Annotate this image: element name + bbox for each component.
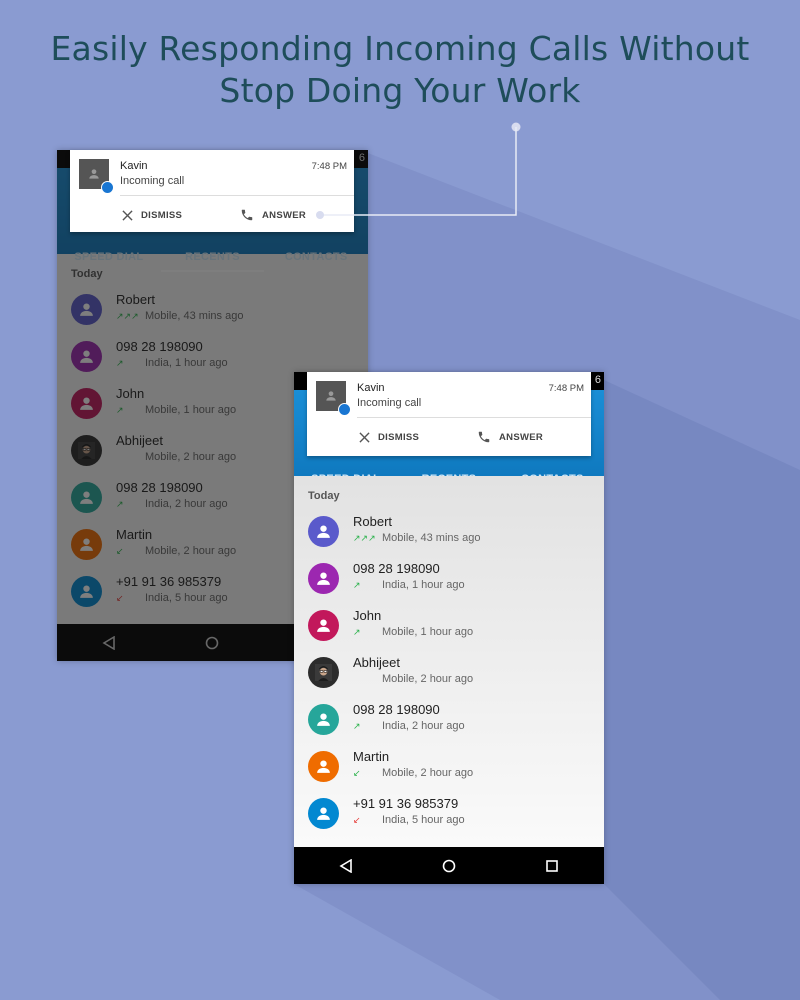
contact-name: Abhijeet	[353, 655, 400, 670]
call-log-row[interactable]: Martin ↙ Mobile, 2 hour ago	[294, 745, 604, 792]
call-detail: ↙ India, 5 hour ago	[353, 814, 465, 826]
call-time: 7:48 PM	[548, 383, 584, 394]
back-icon[interactable]	[326, 851, 366, 881]
contact-avatar[interactable]	[308, 563, 339, 594]
call-detail-text: India, 5 hour ago	[382, 814, 465, 826]
phone-icon	[478, 431, 490, 443]
phone-badge-icon	[101, 181, 114, 194]
status-clock: 6	[594, 374, 601, 386]
call-log-row[interactable]: 098 28 198090 ↗ India, 1 hour ago	[294, 557, 604, 604]
person-icon	[317, 572, 330, 585]
call-message: Incoming call	[120, 175, 185, 187]
divider	[120, 195, 354, 196]
section-today: Today	[308, 490, 340, 502]
caller-avatar	[79, 159, 114, 194]
call-message: Incoming call	[357, 397, 422, 409]
home-icon[interactable]	[429, 851, 469, 881]
headline: Easily Responding Incoming Calls Without…	[0, 28, 800, 112]
caller-name: Kavin	[357, 382, 385, 394]
answer-button[interactable]: ANSWER	[240, 205, 306, 225]
incoming-call-notification[interactable]: Kavin Incoming call 7:48 PM DISMISS ANSW…	[307, 372, 591, 456]
call-log-row[interactable]: Robert ↗↗↗ Mobile, 43 mins ago	[294, 510, 604, 557]
contact-avatar[interactable]	[308, 704, 339, 735]
call-log-list: Today Robert↗↗↗Mobile, 43 mins ago098 28…	[294, 476, 604, 847]
dismiss-label: DISMISS	[141, 209, 183, 221]
dismiss-button[interactable]: DISMISS	[122, 205, 182, 225]
caller-name: Kavin	[120, 160, 148, 172]
call-detail-text: India, 1 hour ago	[382, 579, 465, 591]
call-detail: Mobile, 2 hour ago	[353, 673, 473, 685]
call-detail-text: Mobile, 43 mins ago	[382, 532, 481, 544]
person-icon	[317, 760, 330, 773]
call-direction-icon: ↙	[353, 768, 361, 778]
call-time: 7:48 PM	[311, 161, 347, 172]
contact-avatar[interactable]	[308, 610, 339, 641]
close-icon	[122, 209, 133, 221]
call-direction-icon: ↙	[353, 815, 361, 825]
call-detail-text: Mobile, 2 hour ago	[382, 767, 474, 779]
contact-avatar[interactable]	[308, 751, 339, 782]
person-icon	[326, 391, 336, 401]
dismiss-label: DISMISS	[378, 431, 420, 443]
person-icon	[317, 807, 330, 820]
call-detail: ↗ India, 2 hour ago	[353, 720, 465, 732]
call-log-row[interactable]: Abhijeet Mobile, 2 hour ago	[294, 651, 604, 698]
contact-name: 098 28 198090	[353, 561, 440, 576]
call-direction-icon: ↗↗↗	[353, 533, 376, 543]
contact-avatar[interactable]	[308, 798, 339, 829]
contact-name: +91 91 36 985379	[353, 796, 459, 811]
call-log-row[interactable]: 098 28 198090 ↗ India, 2 hour ago	[294, 698, 604, 745]
contact-name: Robert	[353, 514, 393, 529]
person-icon	[89, 169, 99, 179]
phone-badge-icon	[338, 403, 351, 416]
call-detail-text: India, 2 hour ago	[382, 720, 465, 732]
incoming-call-notification-back[interactable]: Kavin Incoming call 7:48 PM DISMISS ANSW…	[70, 150, 354, 232]
call-direction-icon: ↗	[353, 580, 361, 590]
contact-avatar[interactable]	[308, 657, 339, 688]
contact-avatar[interactable]	[308, 516, 339, 547]
call-direction-icon: ↗	[353, 627, 361, 637]
close-icon	[359, 431, 370, 443]
person-icon	[317, 525, 330, 538]
dismiss-button[interactable]: DISMISS	[359, 427, 419, 447]
headline-line-2: Stop Doing Your Work	[219, 71, 581, 110]
person-icon	[317, 713, 330, 726]
call-detail-text: Mobile, 1 hour ago	[382, 626, 474, 638]
contact-name: 098 28 198090	[353, 702, 440, 717]
person-icon	[317, 619, 330, 632]
call-log-row[interactable]: +91 91 36 985379 ↙ India, 5 hour ago	[294, 792, 604, 839]
caller-avatar	[316, 381, 351, 416]
call-detail-text: Mobile, 2 hour ago	[382, 673, 474, 685]
nav-bar	[294, 847, 604, 884]
call-detail: ↗ India, 1 hour ago	[353, 579, 465, 591]
answer-button[interactable]: ANSWER	[477, 427, 543, 447]
call-detail: ↗ Mobile, 1 hour ago	[353, 626, 473, 638]
call-direction-icon: ↗	[353, 721, 361, 731]
answer-label: ANSWER	[499, 431, 544, 443]
call-detail: ↙ Mobile, 2 hour ago	[353, 767, 473, 779]
recents-square-icon[interactable]	[532, 851, 572, 881]
phone-icon	[241, 209, 253, 221]
contact-name: John	[353, 608, 382, 623]
contact-name: Martin	[353, 749, 390, 764]
divider	[357, 417, 591, 418]
headline-line-1: Easily Responding Incoming Calls Without	[50, 29, 750, 68]
call-detail: ↗↗↗ Mobile, 43 mins ago	[353, 532, 480, 544]
answer-label: ANSWER	[262, 209, 307, 221]
profile-photo-icon	[315, 664, 332, 681]
call-log-row[interactable]: John ↗ Mobile, 1 hour ago	[294, 604, 604, 651]
